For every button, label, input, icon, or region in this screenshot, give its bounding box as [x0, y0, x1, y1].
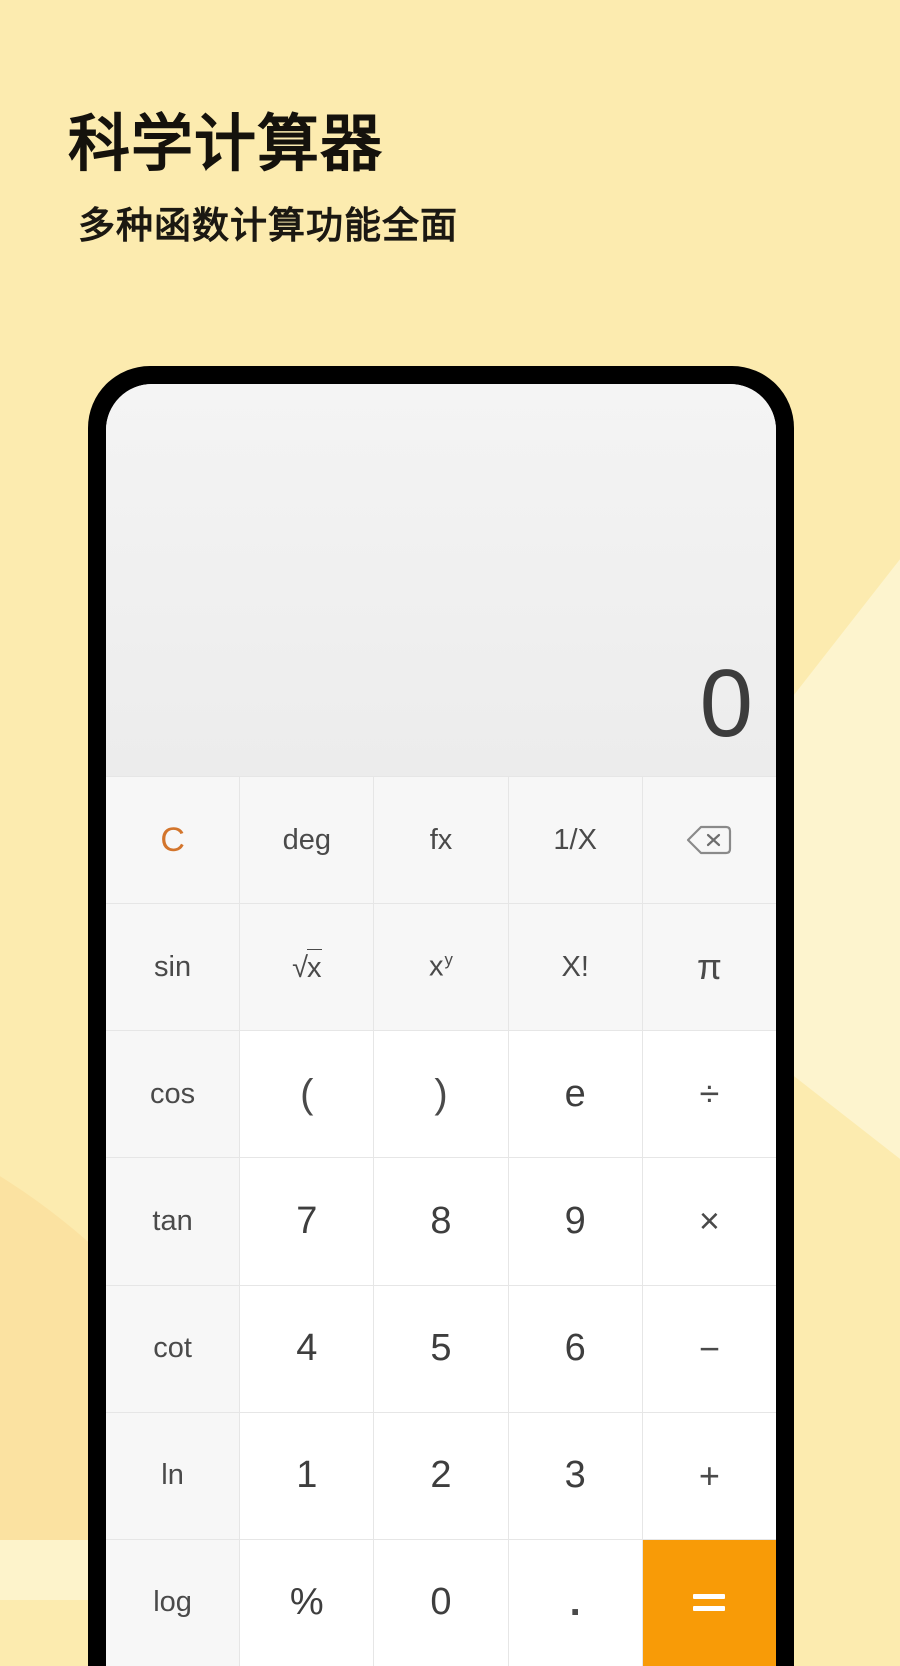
key-label: xy: [429, 950, 453, 984]
factorial-button[interactable]: X!: [508, 904, 642, 1031]
key-label: 1/X: [553, 823, 597, 856]
headline-block: 科学计算器 多种函数计算功能全面: [68, 112, 458, 249]
key-label: 7: [296, 1199, 318, 1242]
calculator-keypad: Cdeg fx 1/X sin √ x xy X! π cos () e ÷ tan 7 8 9 × cot 4 5 6 −…: [106, 776, 776, 1666]
key-label: tan: [152, 1204, 193, 1237]
cos-button[interactable]: cos: [106, 1031, 240, 1158]
right-paren-button[interactable]: ): [374, 1031, 508, 1158]
key-label: deg: [282, 823, 331, 856]
key-label: log: [153, 1586, 192, 1619]
key-label: 9: [564, 1199, 586, 1242]
decimal-point-button[interactable]: .: [508, 1539, 642, 1666]
key-label: 2: [430, 1454, 452, 1497]
key-label: 3: [564, 1454, 586, 1497]
digit-2-button[interactable]: 2: [374, 1412, 508, 1539]
key-label: √ x: [292, 949, 322, 985]
square-root-button[interactable]: √ x: [240, 904, 374, 1031]
key-label: π: [696, 946, 722, 988]
backspace-icon: [687, 825, 732, 855]
digit-1-button[interactable]: 1: [240, 1412, 374, 1539]
divide-button[interactable]: ÷: [642, 1031, 776, 1158]
digit-8-button[interactable]: 8: [374, 1158, 508, 1285]
power-button[interactable]: xy: [374, 904, 508, 1031]
equals-glyph: [693, 1594, 726, 1612]
digit-6-button[interactable]: 6: [508, 1285, 642, 1412]
pi-button[interactable]: π: [642, 904, 776, 1031]
key-label: 1: [296, 1454, 318, 1497]
tan-button[interactable]: tan: [106, 1158, 240, 1285]
degree-mode-button[interactable]: deg: [240, 777, 374, 904]
key-label: ×: [698, 1200, 720, 1242]
key-label: fx: [429, 823, 453, 856]
ln-button[interactable]: ln: [106, 1412, 240, 1539]
key-label: ln: [161, 1459, 184, 1492]
sin-button[interactable]: sin: [106, 904, 240, 1031]
percent-button[interactable]: %: [240, 1539, 374, 1666]
key-label: sin: [154, 950, 192, 983]
euler-button[interactable]: e: [508, 1031, 642, 1158]
key-label: cos: [150, 1077, 196, 1110]
key-label: ÷: [699, 1073, 720, 1115]
key-label: X!: [561, 950, 589, 983]
left-paren-button[interactable]: (: [240, 1031, 374, 1158]
phone-screen: 0 Cdeg fx 1/X sin √ x xy X! π cos () e ÷ tan 7 8 9 × cot 4 5…: [106, 384, 776, 1666]
key-label: e: [564, 1072, 586, 1115]
page-title: 科学计算器: [68, 110, 384, 179]
key-label: 6: [564, 1327, 586, 1370]
digit-9-button[interactable]: 9: [508, 1158, 642, 1285]
key-label: 0: [430, 1581, 452, 1624]
digit-3-button[interactable]: 3: [508, 1412, 642, 1539]
key-label: 5: [430, 1327, 452, 1370]
clear-button[interactable]: C: [106, 777, 240, 904]
reciprocal-button[interactable]: 1/X: [508, 777, 642, 904]
key-label: (: [300, 1071, 314, 1116]
calculator-display: 0: [106, 384, 776, 776]
multiply-button[interactable]: ×: [642, 1158, 776, 1285]
function-button[interactable]: fx: [374, 777, 508, 904]
phone-frame: 0 Cdeg fx 1/X sin √ x xy X! π cos () e ÷ tan 7 8 9 × cot 4 5…: [88, 366, 794, 1666]
backspace-button[interactable]: [642, 777, 776, 904]
key-label: ): [434, 1071, 448, 1116]
key-label: C: [160, 820, 185, 859]
log-button[interactable]: log: [106, 1539, 240, 1666]
display-value: 0: [699, 650, 753, 757]
plus-button[interactable]: +: [642, 1412, 776, 1539]
digit-7-button[interactable]: 7: [240, 1158, 374, 1285]
equals-button[interactable]: [642, 1539, 776, 1666]
digit-5-button[interactable]: 5: [374, 1285, 508, 1412]
key-label: −: [698, 1327, 720, 1369]
page-subtitle: 多种函数计算功能全面: [78, 205, 458, 247]
digit-4-button[interactable]: 4: [240, 1285, 374, 1412]
key-label: 8: [430, 1199, 452, 1242]
key-label: 4: [296, 1327, 318, 1370]
key-label: +: [698, 1454, 720, 1496]
key-label: cot: [153, 1332, 192, 1365]
digit-0-button[interactable]: 0: [374, 1539, 508, 1666]
key-label: %: [289, 1581, 324, 1624]
cot-button[interactable]: cot: [106, 1285, 240, 1412]
minus-button[interactable]: −: [642, 1285, 776, 1412]
key-label: .: [569, 1580, 581, 1625]
